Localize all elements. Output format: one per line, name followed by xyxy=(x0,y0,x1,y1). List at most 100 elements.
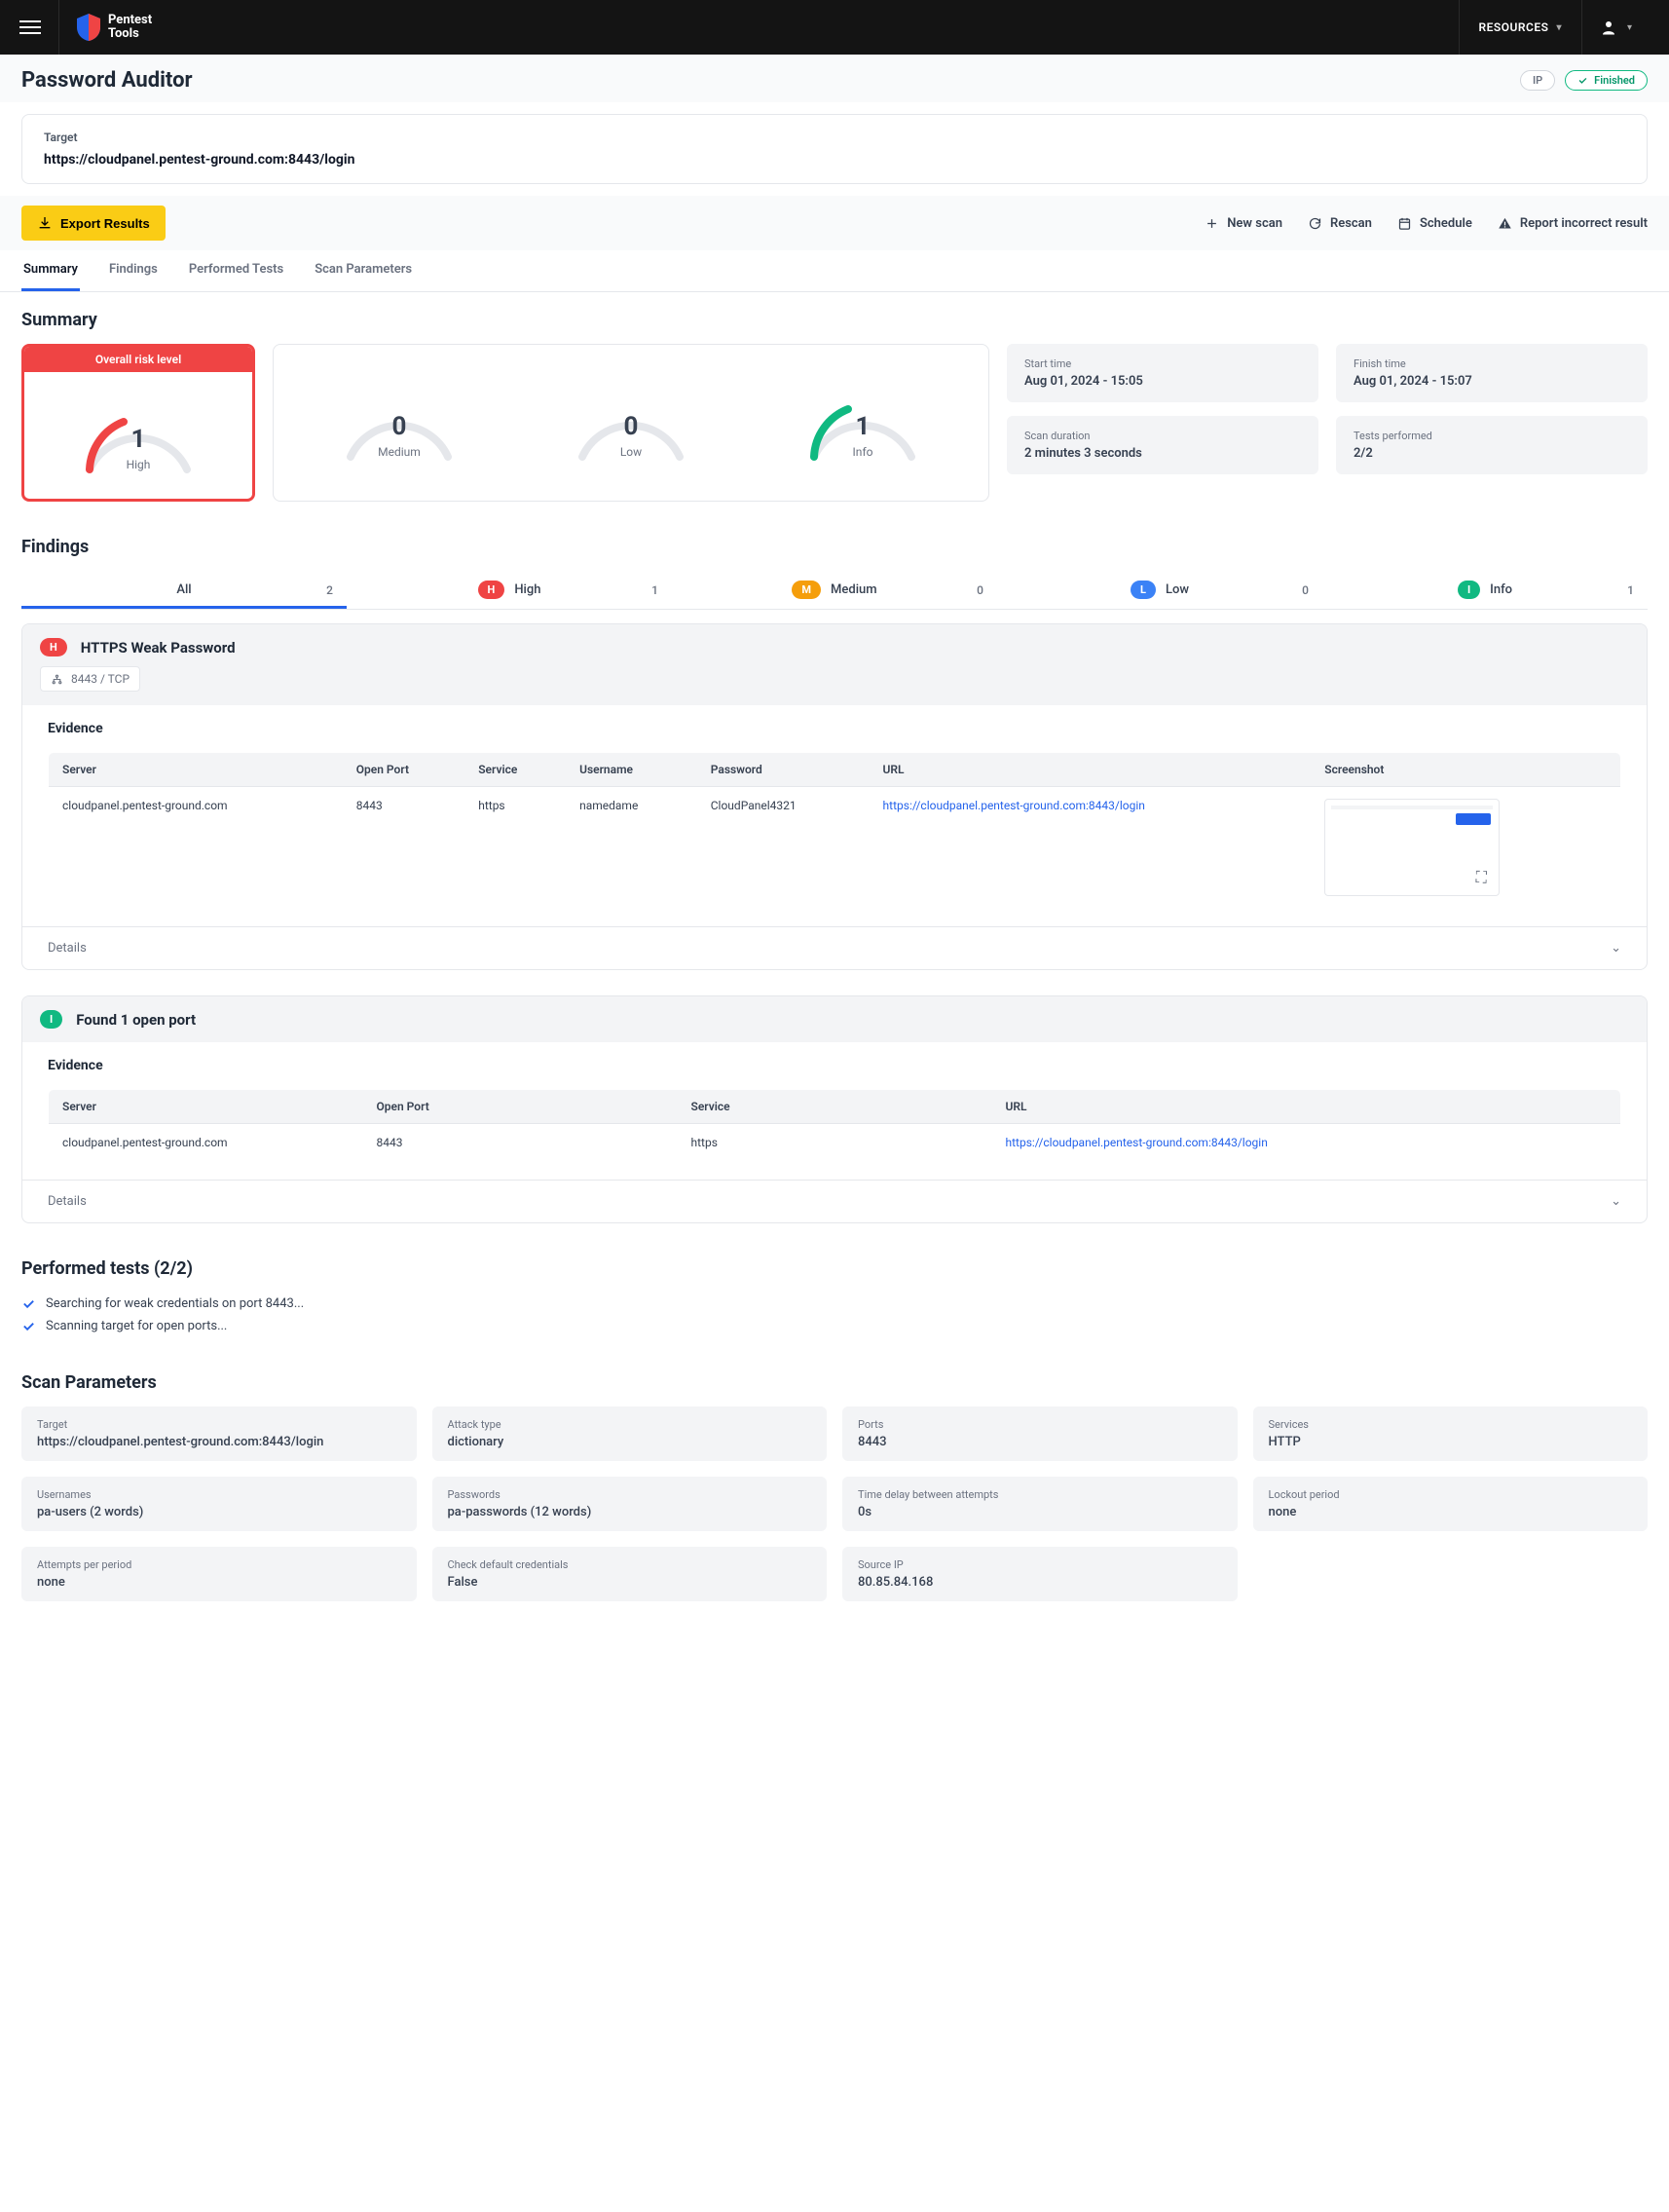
findings-tab-medium[interactable]: MMedium 0 xyxy=(672,571,997,609)
finish-time-box: Finish time Aug 01, 2024 - 15:07 xyxy=(1336,344,1648,402)
param-v: 0s xyxy=(858,1505,1222,1519)
td-url-link[interactable]: https://cloudpanel.pentest-ground.com:84… xyxy=(883,799,1145,812)
details-label-1: Details xyxy=(48,941,87,956)
export-button[interactable]: Export Results xyxy=(21,206,166,241)
resources-label: RESOURCES xyxy=(1479,20,1549,34)
findings-tab-info[interactable]: IInfo 1 xyxy=(1322,571,1648,609)
check-icon xyxy=(21,1296,36,1311)
medium-cnt: 0 xyxy=(977,583,983,597)
status-badge: Finished xyxy=(1565,70,1648,91)
param-v: none xyxy=(37,1575,401,1590)
main-tabs: Summary Findings Performed Tests Scan Pa… xyxy=(0,250,1669,292)
param-source-ip: Source IP 80.85.84.168 xyxy=(842,1547,1238,1601)
schedule-button[interactable]: Schedule xyxy=(1397,216,1472,231)
gauge-high: 1High xyxy=(75,392,202,479)
tab-findings[interactable]: Findings xyxy=(107,250,160,291)
details-label-2: Details xyxy=(48,1194,87,1209)
low-label: Low xyxy=(568,445,694,459)
params-heading: Scan Parameters xyxy=(21,1372,1648,1393)
tab-performed[interactable]: Performed Tests xyxy=(187,250,285,291)
tab-summary[interactable]: Summary xyxy=(21,250,80,291)
medium-label: Medium xyxy=(336,445,463,459)
risk-label: Overall risk level xyxy=(24,347,252,372)
user-menu[interactable]: ▾ xyxy=(1582,0,1650,55)
param-k: Source IP xyxy=(858,1558,1222,1571)
th-pass: Password xyxy=(697,753,870,787)
logo[interactable]: PentestTools xyxy=(77,14,152,42)
details-toggle-1[interactable]: Details ⌄ xyxy=(22,926,1647,969)
high-cnt: 1 xyxy=(651,583,658,597)
evidence-label-1: Evidence xyxy=(22,705,1647,740)
meta-col-2: Finish time Aug 01, 2024 - 15:07 Tests p… xyxy=(1336,344,1648,502)
td2-service: https xyxy=(678,1124,992,1162)
expand-icon[interactable]: ⛶ xyxy=(1469,866,1493,889)
param-v: pa-passwords (12 words) xyxy=(448,1505,812,1519)
param-k: Passwords xyxy=(448,1488,812,1501)
duration-box: Scan duration 2 minutes 3 seconds xyxy=(1007,416,1318,474)
details-toggle-2[interactable]: Details ⌄ xyxy=(22,1180,1647,1222)
medium-count: 0 xyxy=(336,412,463,441)
all-label: All xyxy=(176,582,191,597)
chevron-down-icon: ⌄ xyxy=(1611,941,1621,956)
hamburger-menu-icon[interactable] xyxy=(19,17,41,38)
findings-tab-low[interactable]: LLow 0 xyxy=(997,571,1322,609)
rescan-label: Rescan xyxy=(1330,216,1372,231)
header-badges: IP Finished xyxy=(1520,70,1648,91)
rescan-button[interactable]: Rescan xyxy=(1308,216,1372,231)
check-icon xyxy=(21,1319,36,1333)
actions-right: New scan Rescan Schedule Report incorrec… xyxy=(1205,216,1648,231)
test-1-label: Searching for weak credentials on port 8… xyxy=(46,1296,304,1311)
tests-list: Searching for weak credentials on port 8… xyxy=(21,1293,1648,1337)
param-v: False xyxy=(448,1575,812,1590)
param-v: pa-users (2 words) xyxy=(37,1505,401,1519)
param-target: Targethttps://cloudpanel.pentest-ground.… xyxy=(21,1406,417,1461)
finish-key: Finish time xyxy=(1354,357,1630,370)
report-button[interactable]: Report incorrect result xyxy=(1498,216,1648,231)
tab-params[interactable]: Scan Parameters xyxy=(313,250,414,291)
new-scan-label: New scan xyxy=(1227,216,1282,231)
page-header: Password Auditor IP Finished xyxy=(0,55,1669,102)
dur-val: 2 minutes 3 seconds xyxy=(1024,446,1301,461)
param-k: Attempts per period xyxy=(37,1558,401,1571)
target-card: Target https://cloudpanel.pentest-ground… xyxy=(21,114,1648,184)
findings-tab-high[interactable]: HHigh 1 xyxy=(347,571,672,609)
performed-heading: Performed tests (2/2) xyxy=(21,1258,1648,1279)
high-label: High xyxy=(75,458,202,471)
evidence-table-2: Server Open Port Service URL cloudpanel.… xyxy=(48,1089,1621,1162)
resources-menu[interactable]: RESOURCES ▾ xyxy=(1459,0,1582,55)
m-badge: M xyxy=(792,581,821,599)
summary-heading: Summary xyxy=(21,310,1648,330)
td-pass: CloudPanel4321 xyxy=(697,787,870,909)
i-badge: I xyxy=(1458,581,1480,599)
logo-text-2: Tools xyxy=(108,27,152,41)
finding-card-1: H HTTPS Weak Password 8443 / TCP Evidenc… xyxy=(21,623,1648,970)
td2-server: cloudpanel.pentest-ground.com xyxy=(49,1124,363,1162)
td-service: https xyxy=(464,787,566,909)
findings-tab-all[interactable]: All 2 xyxy=(21,571,347,609)
screenshot-thumbnail[interactable]: ⛶ xyxy=(1324,799,1500,896)
gauge-medium: 0 Medium xyxy=(336,379,463,467)
param-v: 8443 xyxy=(858,1435,1222,1449)
param-k: Target xyxy=(37,1418,401,1431)
actions-row: Export Results New scan Rescan Schedule … xyxy=(0,196,1669,250)
param-services: ServicesHTTP xyxy=(1253,1406,1649,1461)
tests-key: Tests performed xyxy=(1354,430,1630,442)
td2-url-link[interactable]: https://cloudpanel.pentest-ground.com:84… xyxy=(1006,1136,1268,1149)
finding-1-title: HTTPS Weak Password xyxy=(81,639,236,656)
param-k: Usernames xyxy=(37,1488,401,1501)
tests-box: Tests performed 2/2 xyxy=(1336,416,1648,474)
chevron-down-icon: ▾ xyxy=(1556,22,1562,33)
param-v: 80.85.84.168 xyxy=(858,1575,1222,1590)
finding-header-2: I Found 1 open port xyxy=(22,996,1647,1042)
logo-text-1: Pentest xyxy=(108,14,152,27)
dur-key: Scan duration xyxy=(1024,430,1301,442)
chevron-down-icon: ▾ xyxy=(1627,22,1632,33)
topbar-left: PentestTools xyxy=(19,0,152,55)
port-chip-label: 8443 / TCP xyxy=(71,672,130,686)
network-icon xyxy=(51,673,63,686)
l-badge: L xyxy=(1131,581,1156,599)
divider xyxy=(58,0,59,55)
new-scan-button[interactable]: New scan xyxy=(1205,216,1282,231)
param-k: Check default credentials xyxy=(448,1558,812,1571)
start-time-box: Start time Aug 01, 2024 - 15:05 xyxy=(1007,344,1318,402)
